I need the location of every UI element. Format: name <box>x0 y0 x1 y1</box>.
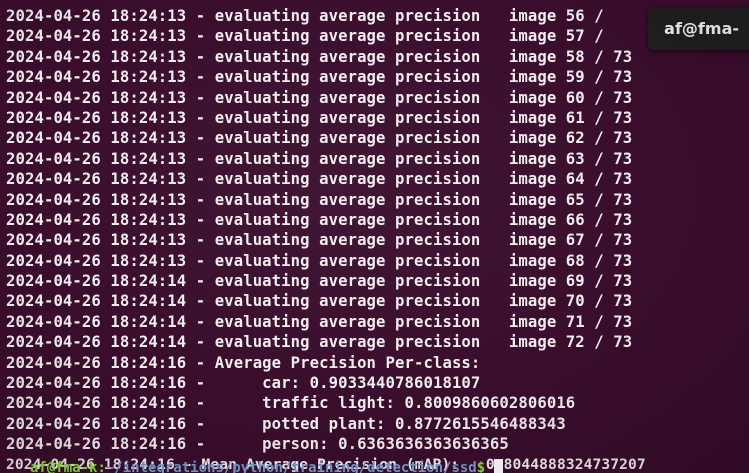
terminal-line: 2024-04-26 18:24:13 - evaluating average… <box>6 88 633 107</box>
terminal-line: 2024-04-26 18:24:16 - traffic light: 0.8… <box>6 394 576 413</box>
text-cursor <box>493 459 503 473</box>
terminal-line: 2024-04-26 18:24:13 - evaluating average… <box>6 190 633 209</box>
terminal-line: 2024-04-26 18:24:13 - evaluating average… <box>6 170 633 189</box>
terminal-line: 2024-04-26 18:24:13 - evaluating average… <box>6 7 614 25</box>
terminal-window[interactable]: 2024-04-26 18:24:13 - evaluating average… <box>0 0 749 473</box>
terminal-line: 2024-04-26 18:24:16 - Average Precision … <box>6 353 481 372</box>
terminal-line: 2024-04-26 18:24:13 - evaluating average… <box>6 251 633 270</box>
terminal-line: 2024-04-26 18:24:14 - evaluating average… <box>6 333 633 352</box>
terminal-line: 2024-04-26 18:24:13 - evaluating average… <box>6 68 633 87</box>
terminal-line: 2024-04-26 18:24:13 - evaluating average… <box>6 27 614 46</box>
prompt-user: af@fma-k <box>30 460 98 473</box>
terminal-line: 2024-04-26 18:24:13 - evaluating average… <box>6 108 633 127</box>
terminal-line: 2024-04-26 18:24:14 - evaluating average… <box>6 312 633 331</box>
terminal-line: 2024-04-26 18:24:13 - evaluating average… <box>6 149 633 168</box>
window-title-tooltip: af@fma- <box>648 8 749 50</box>
terminal-line: 2024-04-26 18:24:14 - evaluating average… <box>6 272 633 291</box>
terminal-line: 2024-04-26 18:24:13 - evaluating average… <box>6 210 633 229</box>
terminal-line: 2024-04-26 18:24:14 - evaluating average… <box>6 292 633 311</box>
terminal-line: 2024-04-26 18:24:16 - person: 0.63636363… <box>6 435 509 454</box>
terminal-line: 2024-04-26 18:24:13 - evaluating average… <box>6 231 633 250</box>
shell-prompt[interactable]: af@fma-k:~/integrations/python/training/… <box>30 459 503 473</box>
prompt-path: ~/integrations/python/training/detection… <box>105 460 477 473</box>
terminal-output: 2024-04-26 18:24:13 - evaluating average… <box>6 6 646 473</box>
terminal-line: 2024-04-26 18:24:13 - evaluating average… <box>6 129 633 148</box>
terminal-line: 2024-04-26 18:24:13 - evaluating average… <box>6 47 633 66</box>
terminal-line: 2024-04-26 18:24:16 - car: 0.90334407860… <box>6 374 481 393</box>
terminal-line: 2024-04-26 18:24:16 - potted plant: 0.87… <box>6 414 566 433</box>
